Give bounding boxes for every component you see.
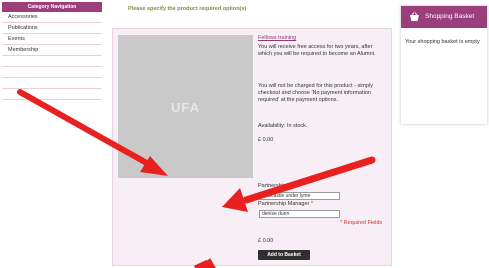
arrow-bottom-icon: [193, 258, 216, 268]
annotation-arrows: [17, 89, 376, 268]
arrow-right-icon: [222, 156, 376, 212]
arrow-left-icon: [17, 89, 168, 176]
